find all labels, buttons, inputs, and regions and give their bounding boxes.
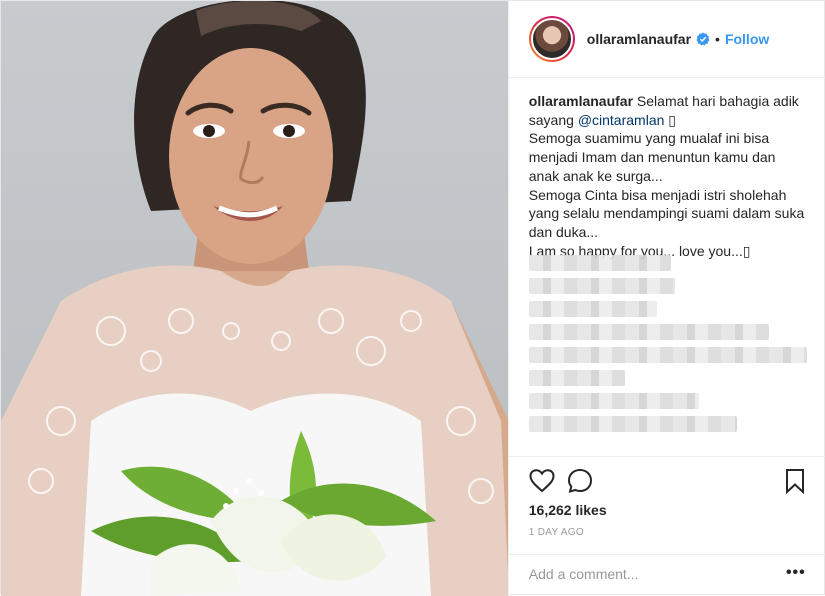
emoji-glyph: ▯ [668, 111, 676, 128]
bride-photo-illustration [1, 1, 508, 596]
post-header: ollaramlanaufar • Follow [508, 1, 825, 78]
post-photo[interactable] [1, 1, 508, 596]
verified-badge-icon [696, 32, 710, 46]
caption-line-2: Semoga suamimu yang mualaf ini bisa menj… [528, 130, 776, 184]
heart-icon[interactable] [529, 468, 555, 494]
username-link[interactable]: ollaramlanaufar [587, 31, 691, 47]
avatar-image [530, 18, 573, 60]
blurred-hashtags [528, 255, 819, 439]
comment-input[interactable] [528, 566, 769, 582]
blurred-line [528, 393, 699, 409]
comment-bar: ••• [508, 554, 825, 596]
avatar[interactable] [528, 16, 575, 62]
blurred-line [528, 301, 657, 317]
comment-icon[interactable] [567, 468, 593, 494]
blurred-line [528, 278, 675, 294]
post-side-panel: ollaramlanaufar • Follow ollaramlanaufar… [507, 1, 825, 596]
caption-author[interactable]: ollaramlanaufar [529, 93, 633, 109]
post-timestamp[interactable]: 1 DAY AGO [529, 527, 584, 538]
caption-first-paragraph: ollaramlanaufar Selamat hari bahagia adi… [529, 92, 809, 129]
mention-link[interactable]: @cintaramlan [578, 112, 665, 128]
bookmark-icon[interactable] [782, 468, 808, 494]
more-options-icon[interactable]: ••• [786, 565, 806, 581]
follow-button[interactable]: Follow [725, 31, 769, 47]
instagram-post: ollaramlanaufar • Follow ollaramlanaufar… [0, 0, 825, 596]
blurred-line [528, 255, 671, 271]
blurred-line [528, 370, 625, 386]
blurred-line [528, 416, 737, 432]
blurred-line [528, 324, 769, 340]
likes-count[interactable]: 16,262 likes [529, 502, 607, 518]
separator-dot: • [715, 31, 720, 47]
blurred-line [528, 347, 807, 363]
post-caption: ollaramlanaufar Selamat hari bahagia adi… [529, 92, 809, 260]
caption-line-3: Semoga Cinta bisa menjadi istri sholehah… [528, 186, 805, 240]
